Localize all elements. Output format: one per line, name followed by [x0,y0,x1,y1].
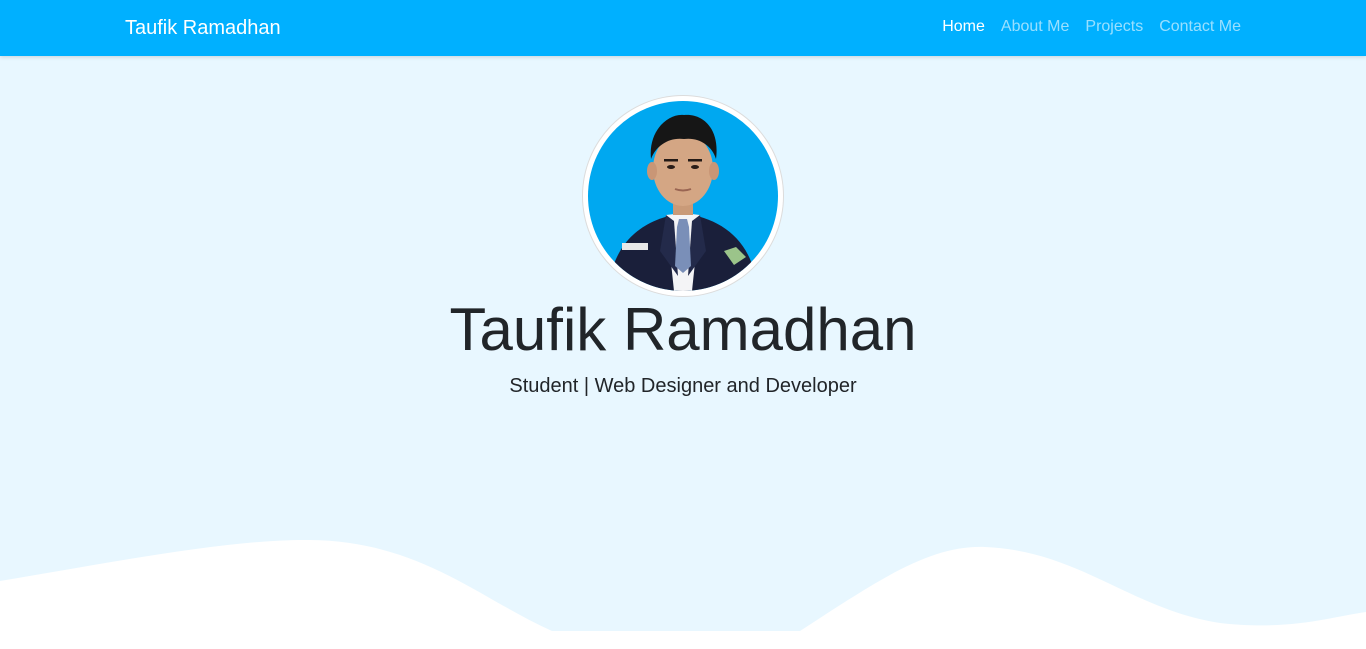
hero-section: Taufik Ramadhan Student | Web Designer a… [0,56,1366,649]
wave-divider [0,539,1366,649]
brand-link[interactable]: Taufik Ramadhan [125,16,281,40]
avatar [583,96,783,296]
nav-link-projects[interactable]: Projects [1077,17,1151,37]
nav-link-contact-me[interactable]: Contact Me [1151,17,1241,37]
hero-name: Taufik Ramadhan [449,296,917,363]
nav-links: Home About Me Projects Contact Me [934,17,1241,37]
navbar: Taufik Ramadhan Home About Me Projects C… [0,0,1366,56]
nav-link-home[interactable]: Home [934,17,993,37]
nav-link-about-me[interactable]: About Me [993,17,1077,37]
hero-tagline: Student | Web Designer and Developer [509,375,857,397]
profile-photo [588,101,778,291]
